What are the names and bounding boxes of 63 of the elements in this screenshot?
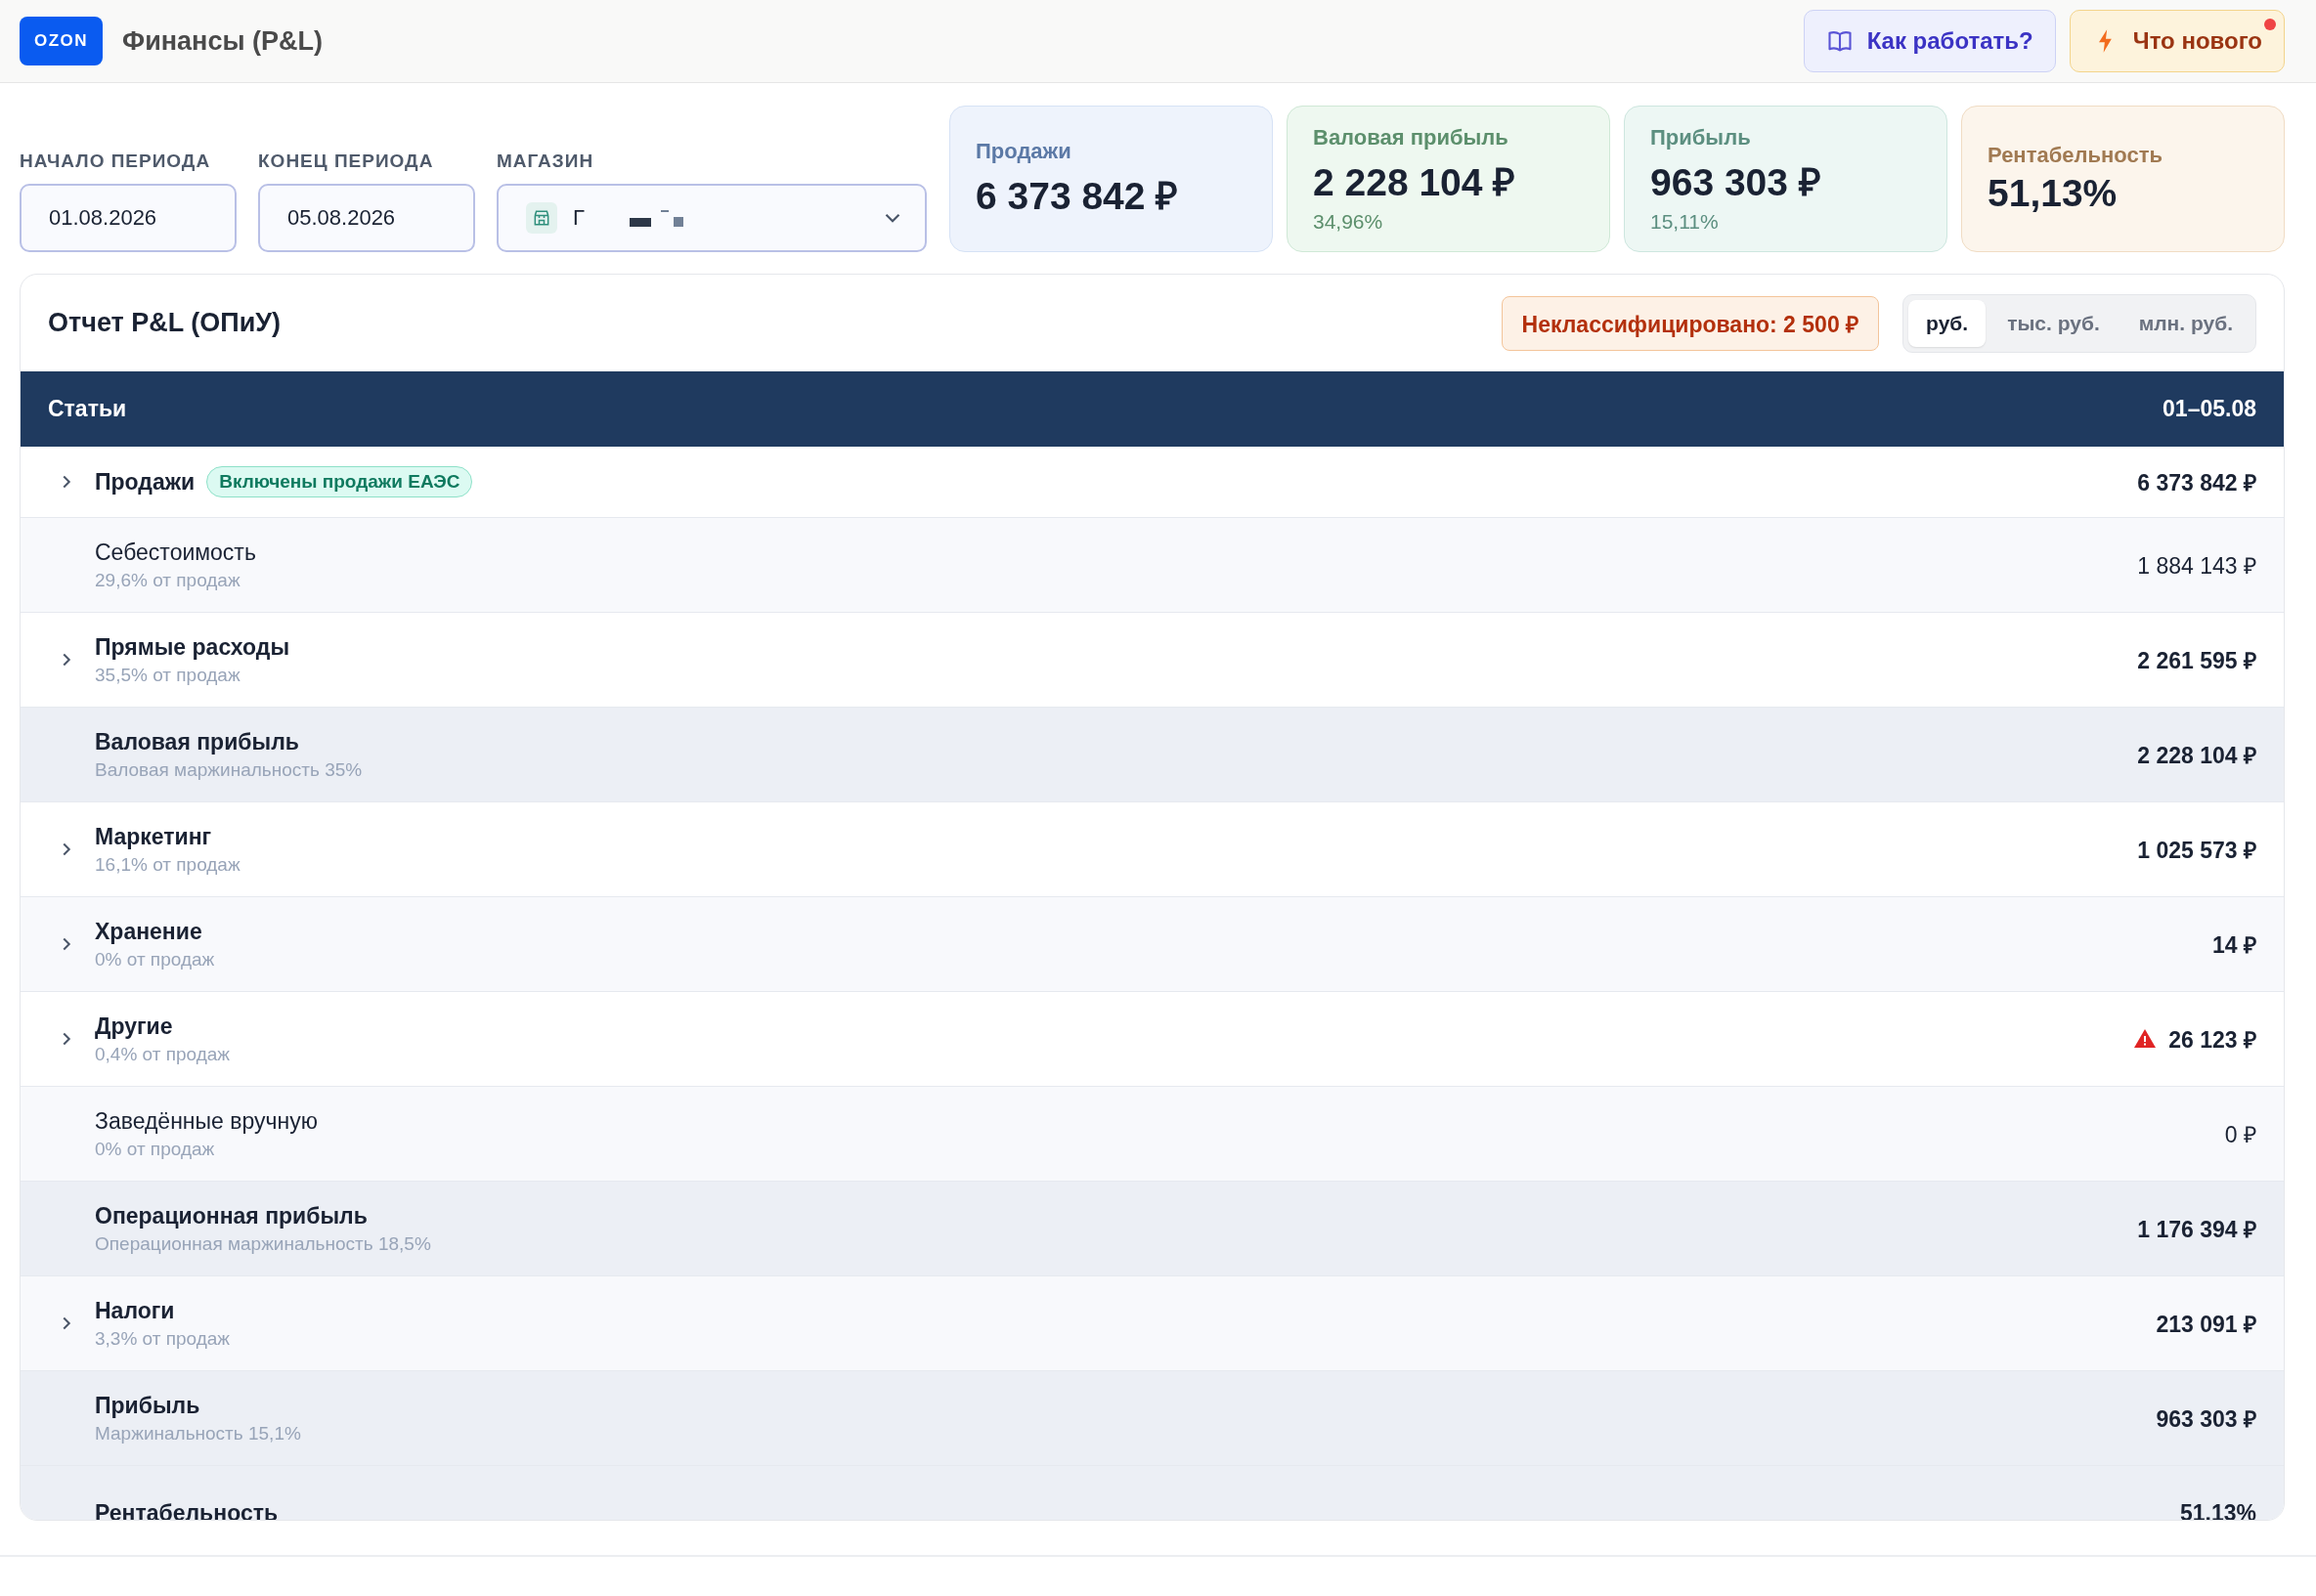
kpi-value: 6 373 842 ₽ — [976, 173, 1180, 219]
row-label: Операционная прибыль — [95, 1202, 368, 1229]
row-label: Маркетинг — [95, 823, 212, 850]
row-label: Рентабельность — [95, 1499, 279, 1520]
kpi-percent: 34,96% — [1313, 209, 1384, 234]
row-label: Заведённые вручную — [95, 1107, 318, 1135]
unit-tab[interactable]: тыс. руб. — [1989, 299, 2118, 347]
column-header: Статьи — [48, 396, 127, 422]
unclassified-badge: Неклассифицировано: 2 500 ₽ — [1501, 295, 1880, 351]
row-value: 6 373 842 ₽ — [2137, 469, 2256, 497]
page-title: Финансы (P&L) — [122, 25, 323, 57]
field-label: НАЧАЛО ПЕРИОДА — [20, 151, 212, 172]
kpi-value: 2 228 104 ₽ — [1313, 159, 1517, 205]
row-label: Себестоимость — [95, 539, 256, 566]
store-select[interactable]: Г — [497, 184, 927, 252]
row-note: Маржинальность 15,1% — [95, 1422, 301, 1445]
kpi-label: Продажи — [976, 138, 1072, 164]
kpi-value: 963 303 ₽ — [1650, 159, 1822, 205]
column-header: 01–05.08 — [2163, 396, 2256, 422]
field-label: МАГАЗИН — [497, 151, 595, 172]
date-field[interactable]: 01.08.2026 — [20, 184, 237, 252]
field-label: КОНЕЦ ПЕРИОДА — [258, 151, 435, 172]
kpi-label: Прибыль — [1650, 124, 1752, 151]
row-label: Другие — [95, 1013, 173, 1040]
row-note: Валовая маржинальность 35% — [95, 758, 363, 781]
unit-tab[interactable]: млн. руб. — [2120, 299, 2250, 347]
row-value: 2 228 104 ₽ — [2137, 742, 2256, 770]
row-note: 0% от продаж — [95, 948, 215, 971]
header-button[interactable]: Что нового — [2069, 10, 2285, 72]
row-note: 0,4% от продаж — [95, 1043, 231, 1065]
row-note: 16,1% от продаж — [95, 853, 240, 876]
kpi-value: 51,13% — [1988, 172, 2119, 215]
row-label: Прямые расходы — [95, 633, 290, 661]
row-label: Хранение — [95, 918, 202, 945]
unit-tab[interactable]: руб. — [1908, 299, 1987, 347]
row-label: Продажи — [95, 468, 196, 496]
row-note: 0% от продаж — [95, 1138, 216, 1160]
date-field[interactable]: 05.08.2026 — [258, 184, 475, 252]
row-value: 213 091 ₽ — [2156, 1311, 2256, 1339]
row-value: 1 884 143 ₽ — [2137, 552, 2256, 581]
kpi-percent: 15,11% — [1650, 209, 1720, 234]
row-label: Валовая прибыль — [95, 728, 299, 755]
kpi-label: Валовая прибыль — [1313, 124, 1509, 151]
row-value: 1 176 394 ₽ — [2137, 1216, 2256, 1244]
row-value: 963 303 ₽ — [2156, 1405, 2256, 1434]
shop-icon — [526, 202, 557, 234]
report-title: Отчет P&L (ОПиУ) — [48, 308, 282, 338]
row-value: 0 ₽ — [2224, 1121, 2256, 1149]
row-note: Операционная маржинальность 18,5% — [95, 1232, 431, 1255]
logo: OZON — [20, 17, 104, 65]
kpi-label: Рентабельность — [1988, 143, 2163, 168]
row-value: 51.13% — [2180, 1499, 2256, 1520]
info-badge: Включены продажи ЕАЭС — [206, 466, 473, 497]
header-button[interactable]: Как работать? — [1803, 10, 2056, 72]
row-value: 1 025 573 ₽ — [2137, 837, 2256, 865]
row-note: 29,6% от продаж — [95, 569, 241, 591]
row-label: Налоги — [95, 1297, 175, 1324]
row-label: Прибыль — [95, 1392, 200, 1419]
row-note: 35,5% от продаж — [95, 664, 241, 686]
row-value: 26 123 ₽ — [2168, 1026, 2256, 1055]
row-value: 2 261 595 ₽ — [2137, 647, 2256, 675]
row-value: 14 ₽ — [2212, 931, 2256, 960]
row-note: 3,3% от продаж — [95, 1327, 231, 1350]
